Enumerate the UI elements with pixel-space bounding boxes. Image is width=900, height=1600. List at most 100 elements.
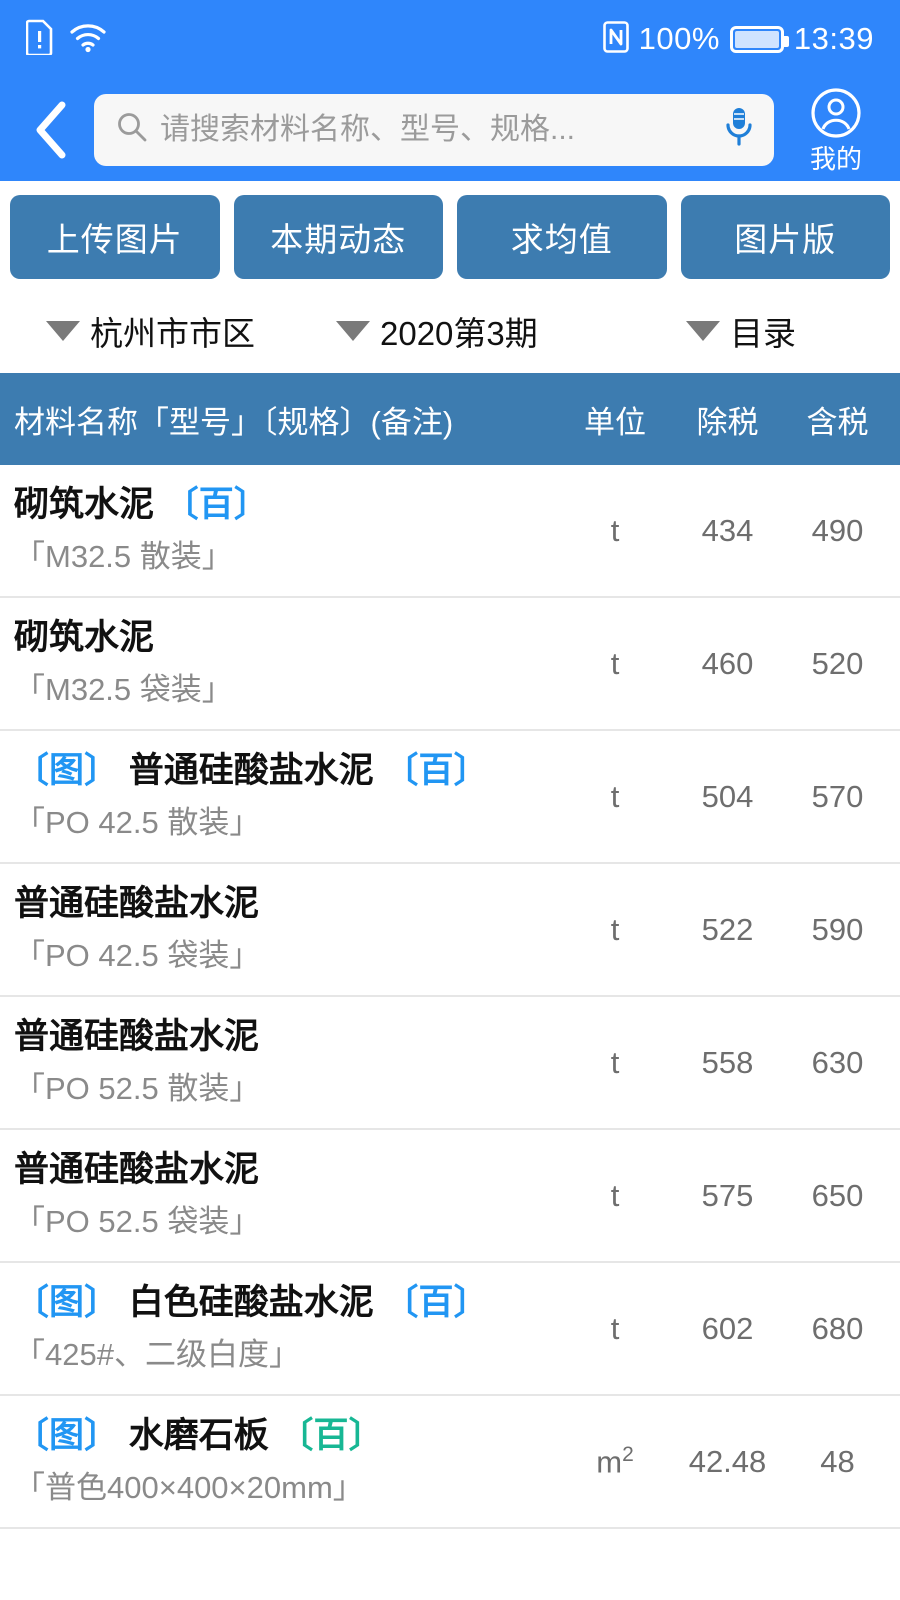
material-name: 砌筑水泥: [14, 618, 560, 658]
current-period-trend-button[interactable]: 本期动态: [233, 195, 443, 279]
wifi-icon: [68, 21, 108, 58]
image-tag[interactable]: 〔图〕: [14, 1416, 119, 1455]
chevron-down-icon: [46, 321, 80, 341]
table-row[interactable]: 〔图〕 水磨石板 〔百〕 「普色400×400×20mm」 m2 42.48 48: [0, 1396, 900, 1529]
unit-cell: t: [610, 778, 620, 814]
material-name: 〔图〕 水磨石板 〔百〕: [14, 1416, 560, 1455]
material-name-text: 白色硅酸盐水泥: [128, 1283, 374, 1323]
hundred-tag[interactable]: 〔百〕: [384, 1283, 489, 1322]
material-name: 砌筑水泥 〔百〕: [14, 485, 560, 525]
material-name-text: 砌筑水泥: [14, 618, 155, 658]
profile-button[interactable]: 我的: [790, 87, 882, 172]
filter-region-label: 杭州市市区: [90, 315, 255, 352]
table-row[interactable]: 〔图〕 普通硅酸盐水泥 〔百〕「PO 42.5 散装」 t 504 570: [0, 731, 900, 864]
chevron-down-icon: [686, 321, 720, 341]
material-spec: 「425#、二级白度」: [14, 1337, 300, 1373]
microphone-icon[interactable]: [722, 105, 756, 154]
average-value-button[interactable]: 求均值: [457, 195, 667, 279]
filter-region[interactable]: 杭州市市区: [6, 307, 336, 355]
in-tax-price-cell: 650: [811, 1177, 864, 1213]
material-name-cell: 普通硅酸盐水泥「PO 52.5 袋装」: [0, 1150, 560, 1240]
unit-cell: t: [610, 645, 620, 681]
material-name: 普通硅酸盐水泥: [14, 1017, 560, 1057]
in-tax-price-cell: 570: [811, 778, 864, 814]
column-header-unit: 单位: [584, 404, 646, 440]
filter-catalog-label: 目录: [730, 315, 796, 352]
material-name: 普通硅酸盐水泥: [14, 1150, 560, 1190]
material-list: 砌筑水泥 〔百〕 「M32.5 散装」 t 434 490 砌筑水泥 「M32.5 袋装」 t…: [0, 465, 900, 1529]
table-row[interactable]: 普通硅酸盐水泥「PO 52.5 袋装」 t 575 650: [0, 1130, 900, 1263]
material-name-cell: 〔图〕 普通硅酸盐水泥 〔百〕「PO 42.5 散装」: [0, 751, 560, 841]
in-tax-price-cell: 520: [811, 645, 864, 681]
table-row[interactable]: 砌筑水泥「M32.5 袋装」 t 460 520: [0, 598, 900, 731]
filter-period[interactable]: 2020第3期: [336, 307, 636, 355]
search-icon: [116, 111, 148, 148]
table-row[interactable]: 〔图〕 白色硅酸盐水泥 〔百〕 「425#、二级白度」 t 602 680: [0, 1263, 900, 1396]
material-spec: 「普色400×400×20mm」: [14, 1470, 364, 1506]
action-button-bar: 上传图片 本期动态 求均值 图片版: [0, 181, 900, 289]
table-row[interactable]: 普通硅酸盐水泥「PO 52.5 散装」 t 558 630: [0, 997, 900, 1130]
in-tax-price-cell: 590: [811, 911, 864, 947]
ex-tax-price-cell: 460: [701, 645, 754, 681]
ex-tax-price-cell: 558: [701, 1044, 754, 1080]
material-name-cell: 普通硅酸盐水泥「PO 52.5 散装」: [0, 1017, 560, 1107]
material-name-cell: 砌筑水泥「M32.5 袋装」: [0, 618, 560, 708]
unit-cell: t: [610, 1310, 620, 1346]
search-bar[interactable]: [94, 93, 774, 166]
clock-label: 13:39: [793, 21, 874, 56]
battery-percent-label: 100%: [638, 21, 720, 56]
material-name-cell: 〔图〕 水磨石板 〔百〕 「普色400×400×20mm」: [0, 1416, 560, 1506]
unit-cell: m2: [596, 1442, 634, 1480]
in-tax-price-cell: 48: [820, 1443, 855, 1479]
table-row[interactable]: 普通硅酸盐水泥「PO 42.5 袋装」 t 522 590: [0, 864, 900, 997]
material-spec: 「PO 42.5 袋装」: [14, 938, 261, 974]
search-input[interactable]: [160, 112, 722, 147]
material-spec: 「M32.5 散装」: [14, 539, 233, 575]
image-version-button[interactable]: 图片版: [680, 195, 890, 279]
filter-period-label: 2020第3期: [380, 315, 538, 352]
material-name: 〔图〕 普通硅酸盐水泥 〔百〕: [14, 751, 560, 791]
hundred-tag[interactable]: 〔百〕: [164, 485, 269, 524]
hundred-tag[interactable]: 〔百〕: [384, 751, 489, 790]
table-row[interactable]: 砌筑水泥 〔百〕 「M32.5 散装」 t 434 490: [0, 465, 900, 598]
sim-card-alert-icon: [25, 19, 54, 60]
status-bar-left: [25, 19, 108, 60]
in-tax-price-cell: 490: [811, 512, 864, 548]
material-name-cell: 砌筑水泥 〔百〕「M32.5 散装」: [0, 485, 560, 575]
ex-tax-price-cell: 504: [701, 778, 754, 814]
upload-image-button[interactable]: 上传图片: [10, 195, 220, 279]
ex-tax-price-cell: 42.48: [688, 1443, 767, 1479]
material-name-text: 普通硅酸盐水泥: [128, 751, 374, 791]
unit-cell: t: [610, 1177, 620, 1213]
unit-cell: t: [610, 1044, 620, 1080]
unit-cell: t: [610, 911, 620, 947]
material-name: 〔图〕 白色硅酸盐水泥 〔百〕: [14, 1283, 560, 1323]
ex-tax-price-cell: 575: [701, 1177, 754, 1213]
in-tax-price-cell: 680: [811, 1310, 864, 1346]
status-bar: 100% 13:39: [0, 0, 900, 78]
material-name-text: 普通硅酸盐水泥: [14, 884, 260, 924]
image-tag[interactable]: 〔图〕: [14, 751, 119, 790]
image-tag[interactable]: 〔图〕: [14, 1283, 119, 1322]
in-tax-price-cell: 630: [811, 1044, 864, 1080]
filter-catalog[interactable]: 目录: [636, 307, 894, 355]
ex-tax-price-cell: 522: [701, 911, 754, 947]
material-name-text: 普通硅酸盐水泥: [14, 1150, 260, 1190]
back-chevron-icon[interactable]: [26, 99, 80, 161]
material-spec: 「PO 52.5 袋装」: [14, 1204, 261, 1240]
material-name-text: 砌筑水泥: [14, 485, 155, 525]
nfc-icon: [602, 20, 629, 58]
status-bar-right: 100% 13:39: [602, 20, 874, 58]
chevron-down-icon: [336, 321, 370, 341]
column-header-name: 材料名称「型号」〔规格〕(备注): [14, 404, 454, 440]
material-name-cell: 〔图〕 白色硅酸盐水泥 〔百〕「425#、二级白度」: [0, 1283, 560, 1373]
battery-full-icon: [729, 25, 789, 53]
hundred-tag[interactable]: 〔百〕: [279, 1416, 384, 1455]
material-name-cell: 普通硅酸盐水泥「PO 42.5 袋装」: [0, 884, 560, 974]
material-spec: 「PO 42.5 散装」: [14, 805, 261, 841]
table-header: 材料名称「型号」〔规格〕(备注) 单位 除税 含税: [0, 373, 900, 465]
material-spec: 「M32.5 袋装」: [14, 672, 233, 708]
material-spec: 「PO 52.5 散装」: [14, 1071, 261, 1107]
material-name-text: 普通硅酸盐水泥: [14, 1017, 260, 1057]
app-bar: 我的: [0, 78, 900, 181]
